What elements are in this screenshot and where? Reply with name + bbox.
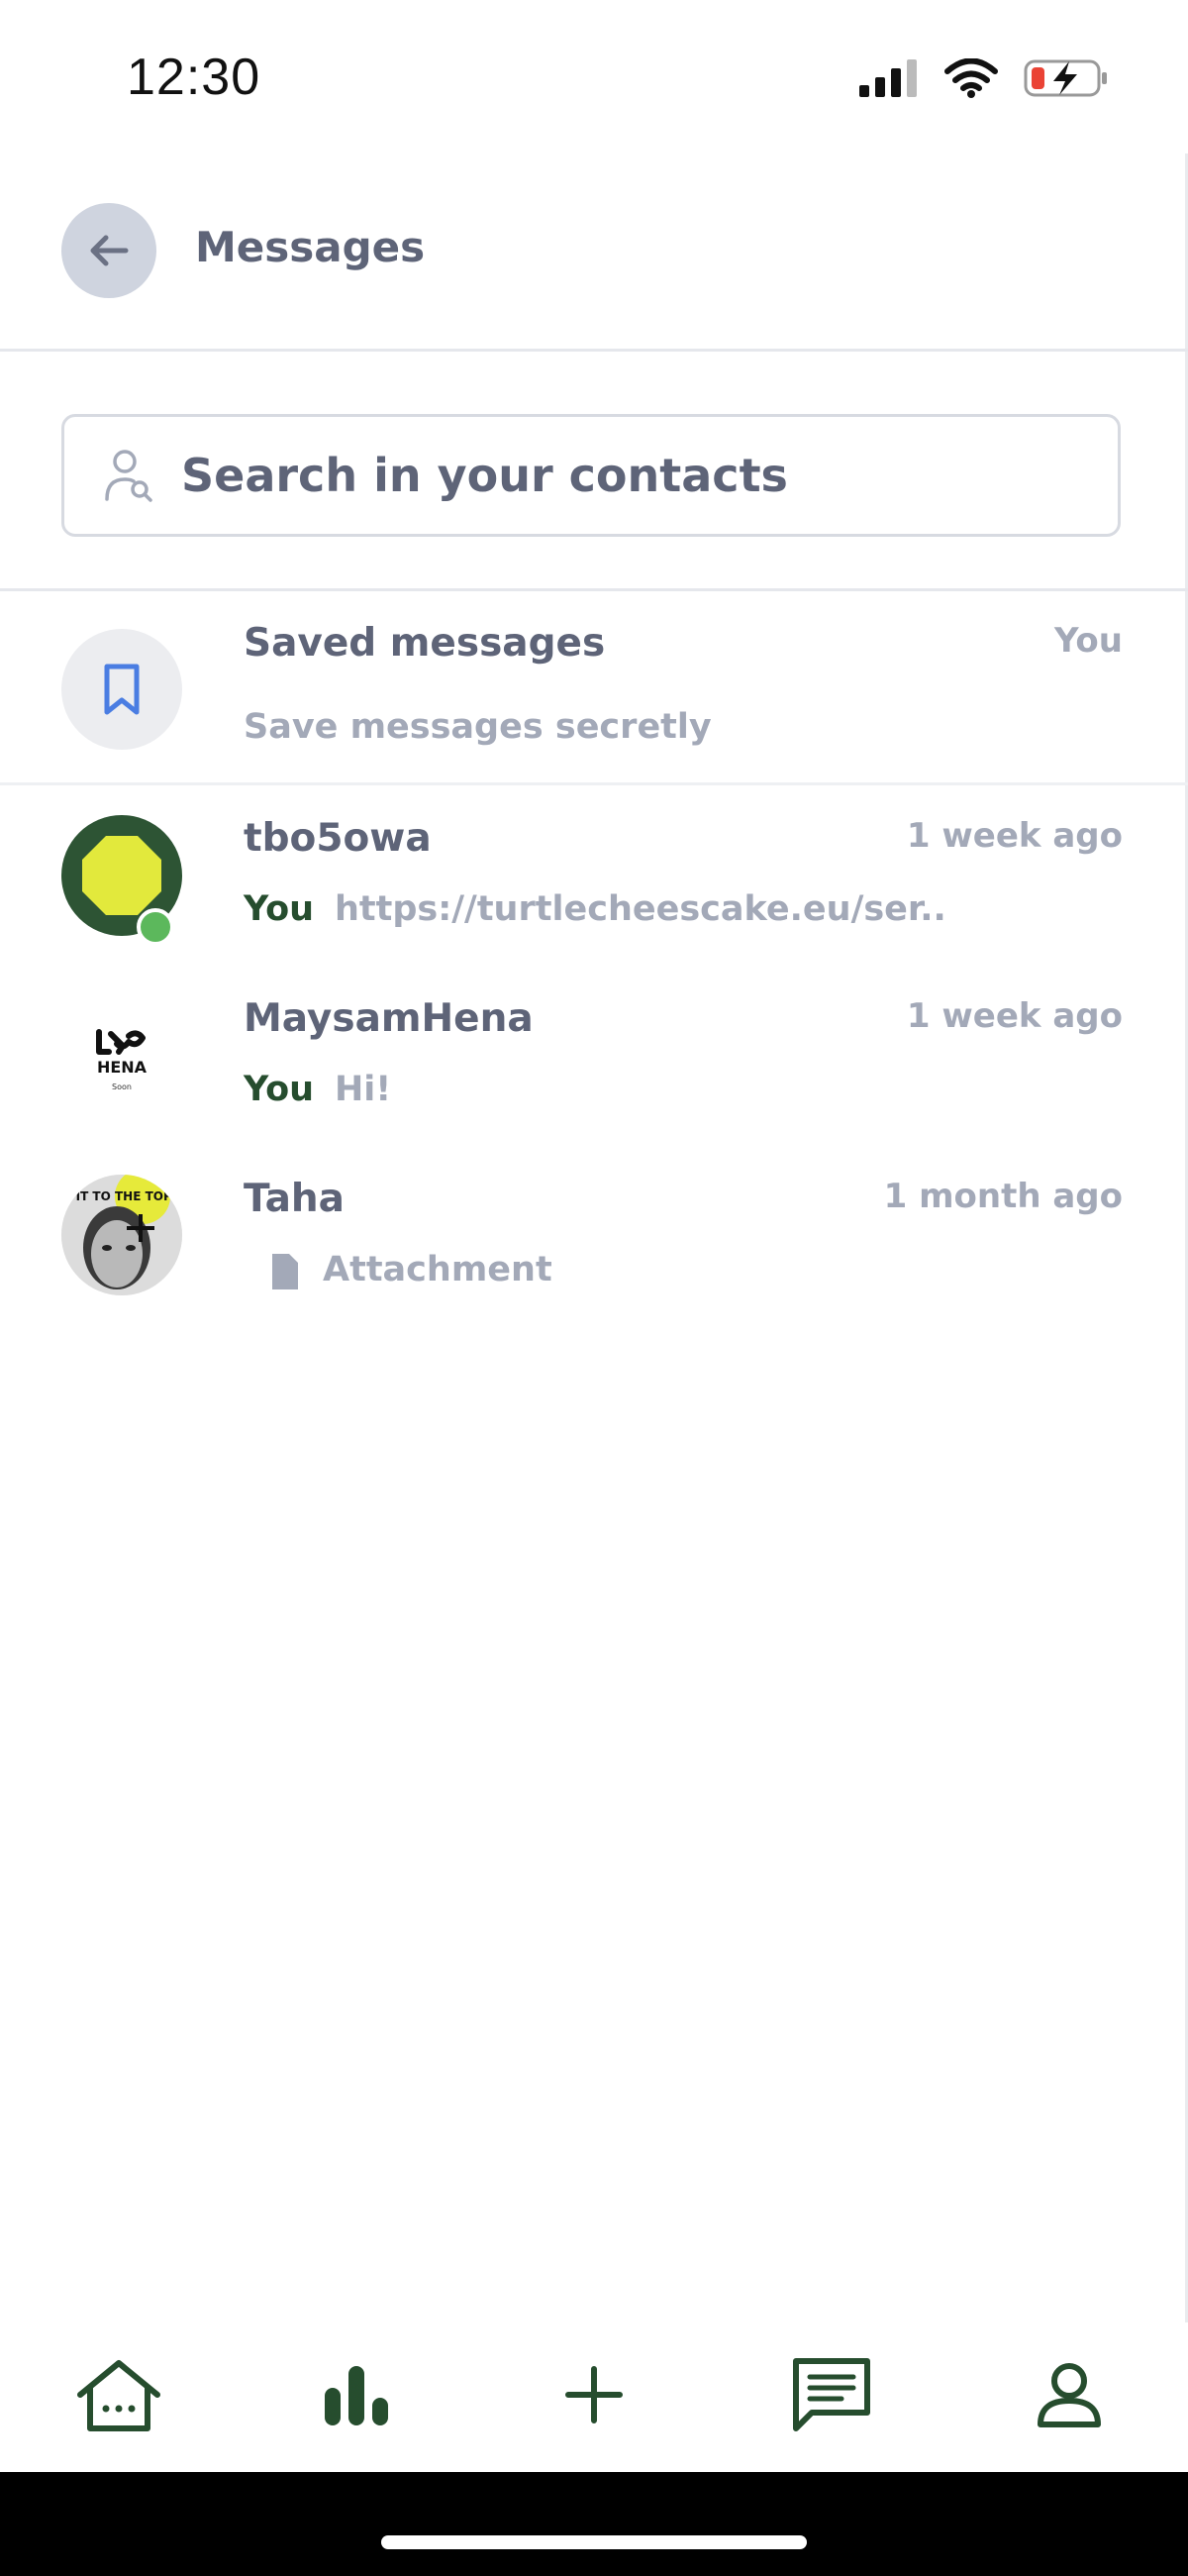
conversation-row-maysamhena[interactable]: HENA Soon MaysamHena 1 week ago You Hi! <box>0 973 1188 1141</box>
wifi-icon <box>944 58 998 98</box>
conversation-name: MaysamHena <box>244 996 534 1041</box>
online-status-dot <box>137 908 174 946</box>
saved-messages-row[interactable]: Saved messages You Save messages secretl… <box>0 591 1188 782</box>
hena-sub-text: Soon <box>112 1082 132 1091</box>
conversation-row-tbo5owa[interactable]: tbo5owa 1 week ago You https://turtleche… <box>0 792 1188 961</box>
home-bar-area <box>0 2472 1188 2576</box>
message-preview: Attachment <box>323 1250 552 1289</box>
page-title: Messages <box>195 223 426 271</box>
arrow-left-icon <box>90 235 129 266</box>
sender-label: You <box>244 1070 315 1109</box>
home-indicator[interactable] <box>381 2535 807 2549</box>
bottom-nav <box>0 2318 1188 2472</box>
hena-logo-text: HENA <box>97 1058 148 1077</box>
saved-messages-subtitle: Save messages secretly <box>244 707 712 747</box>
conversation-name: tbo5owa <box>244 816 432 861</box>
message-preview: Hi! <box>335 1070 392 1109</box>
search-box[interactable] <box>61 414 1121 537</box>
saved-messages-avatar <box>61 629 182 750</box>
taha-photo-image: MAKE IT TO THE TOP 5 <box>61 1175 182 1295</box>
hena-logo-image: HENA Soon <box>96 1029 148 1091</box>
conversation-time: 1 week ago <box>906 816 1123 856</box>
nav-messages[interactable] <box>777 2340 886 2449</box>
nav-add[interactable] <box>540 2340 648 2449</box>
message-preview: https://turtlecheescake.eu/ser.. <box>335 889 946 929</box>
signal-icon <box>859 59 917 97</box>
search-input[interactable] <box>181 449 1072 502</box>
search-contact-icon <box>105 450 152 502</box>
saved-messages-title: Saved messages <box>244 621 606 666</box>
stats-icon <box>325 2366 388 2425</box>
status-time: 12:30 <box>127 49 261 106</box>
bookmark-icon <box>104 664 140 715</box>
sender-label: You <box>244 889 315 929</box>
profile-icon <box>1038 2363 1101 2427</box>
avatar: HENA Soon <box>61 994 182 1115</box>
header-divider <box>0 349 1188 352</box>
saved-messages-tag: You <box>1053 621 1123 661</box>
nav-profile[interactable] <box>1015 2340 1124 2449</box>
home-icon <box>77 2360 160 2431</box>
status-icons <box>857 57 1109 99</box>
add-icon <box>565 2366 623 2423</box>
battery-charging-icon <box>1024 59 1107 97</box>
avatar: MAKE IT TO THE TOP 5 <box>61 1175 182 1295</box>
conversation-time: 1 week ago <box>906 996 1123 1036</box>
taha-avatar-text: MAKE IT TO THE TOP 5 <box>61 1189 182 1203</box>
conversation-row-taha[interactable]: MAKE IT TO THE TOP 5 Taha 1 month ago At… <box>0 1153 1188 1321</box>
messages-icon <box>793 2358 870 2431</box>
file-icon <box>272 1254 298 1289</box>
nav-home[interactable] <box>64 2340 173 2449</box>
back-button[interactable] <box>61 203 156 298</box>
avatar <box>61 815 182 946</box>
nav-stats[interactable] <box>302 2340 411 2449</box>
conversation-name: Taha <box>244 1177 345 1221</box>
conversation-time: 1 month ago <box>883 1177 1123 1216</box>
row-divider <box>0 782 1188 785</box>
